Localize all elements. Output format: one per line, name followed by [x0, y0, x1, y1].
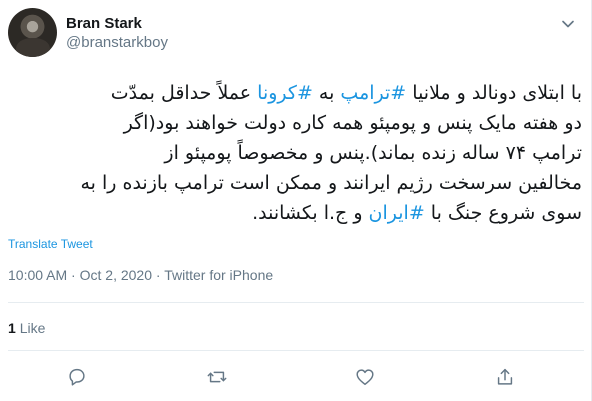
reply-icon[interactable]	[66, 366, 88, 388]
tweet-line: مخالفین سرسخت رژیم ایرانند و ممکن است تر…	[80, 172, 582, 194]
like-icon[interactable]	[354, 366, 376, 388]
tweet-card: Bran Stark @branstarkboy با ابتلای دونال…	[0, 0, 592, 401]
hashtag-link[interactable]: #کرونا	[257, 82, 313, 104]
hashtag-link[interactable]: #ترامپ	[340, 82, 406, 104]
tweet-text: با ابتلای دونالد و ملانیا #ترامپ به #کرو…	[8, 78, 582, 228]
translate-tweet-link[interactable]: Translate Tweet	[8, 237, 93, 251]
avatar[interactable]	[8, 8, 57, 57]
share-icon[interactable]	[494, 366, 516, 388]
tweet-actions	[0, 362, 592, 392]
tweet-time[interactable]: 10:00 AM	[8, 267, 67, 283]
display-name[interactable]: Bran Stark	[66, 15, 168, 33]
hashtag-link[interactable]: #ایران	[369, 202, 425, 224]
tweet-meta: 10:00 AM · Oct 2, 2020 · Twitter for iPh…	[8, 267, 274, 283]
divider	[8, 302, 584, 303]
tweet-line: دو هفته مایک پنس و پومپئو همه کاره دولت …	[123, 112, 582, 134]
retweet-icon[interactable]	[206, 366, 228, 388]
user-names[interactable]: Bran Stark @branstarkboy	[66, 15, 168, 53]
divider	[8, 350, 584, 351]
chevron-down-icon[interactable]	[558, 14, 578, 34]
tweet-line: ترامپ ۷۴ ساله زنده بماند).پنس و مخصوصاً …	[164, 142, 582, 164]
tweet-date[interactable]: Oct 2, 2020	[80, 267, 152, 283]
likes-count[interactable]: 1 Like	[8, 320, 45, 336]
tweet-source[interactable]: Twitter for iPhone	[164, 267, 273, 283]
tweet-line: با ابتلای دونالد و ملانیا #ترامپ به #کرو…	[110, 82, 582, 104]
tweet-header: Bran Stark @branstarkboy	[8, 8, 582, 58]
user-handle[interactable]: @branstarkboy	[66, 33, 168, 53]
tweet-line: سوی شروع جنگ با #ایران و ج.ا بکشانند.	[252, 202, 582, 224]
